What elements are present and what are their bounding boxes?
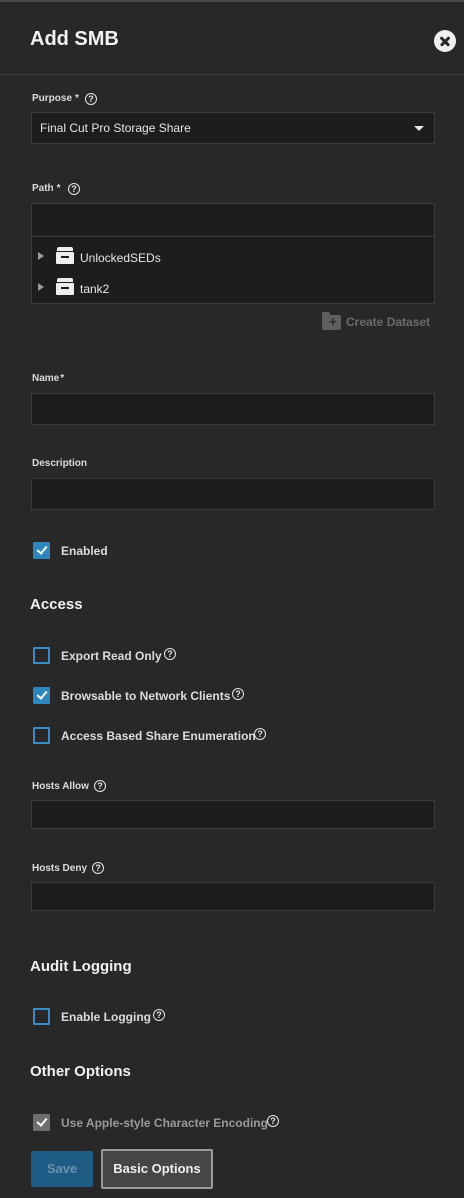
hosts-deny-input[interactable] (31, 882, 435, 911)
abe-label: Access Based Share Enumeration (61, 729, 256, 743)
tree-node-tank2[interactable]: tank2 (32, 272, 434, 303)
dialog-header: Add SMB (0, 2, 464, 75)
apple-encoding-label: Use Apple-style Character Encoding (61, 1116, 268, 1130)
purpose-help-icon[interactable]: ? (85, 93, 97, 105)
audit-logging-heading: Audit Logging (30, 958, 132, 975)
browsable-help-icon[interactable]: ? (232, 688, 244, 700)
purpose-select[interactable]: Final Cut Pro Storage Share (31, 112, 435, 144)
purpose-select-value: Final Cut Pro Storage Share (40, 121, 191, 135)
tree-node-unlockedseds[interactable]: UnlockedSEDs (32, 241, 434, 272)
other-options-heading: Other Options (30, 1063, 131, 1080)
basic-options-button[interactable]: Basic Options (101, 1149, 213, 1189)
browsable-label: Browsable to Network Clients (61, 689, 231, 703)
access-heading: Access (30, 596, 83, 613)
name-label: Name* (32, 373, 65, 384)
abe-checkbox[interactable] (33, 727, 50, 744)
chevron-down-icon (414, 126, 424, 131)
save-button[interactable]: Save (31, 1151, 93, 1187)
description-label: Description (32, 458, 88, 469)
hosts-allow-help-icon[interactable]: ? (94, 780, 106, 792)
path-input[interactable] (32, 204, 434, 237)
enabled-label: Enabled (61, 544, 108, 558)
description-input[interactable] (31, 478, 435, 510)
hosts-allow-input[interactable] (31, 800, 435, 829)
name-input[interactable] (31, 393, 435, 425)
apple-encoding-help-icon[interactable]: ? (267, 1115, 279, 1127)
hosts-deny-help-icon[interactable]: ? (92, 862, 104, 874)
path-help-icon[interactable]: ? (68, 183, 80, 195)
dataset-icon (56, 278, 74, 296)
apple-encoding-checkbox[interactable] (33, 1114, 50, 1131)
export-read-only-checkbox[interactable] (33, 647, 50, 664)
enabled-checkbox[interactable] (33, 542, 50, 559)
hosts-deny-label: Hosts Deny (32, 863, 88, 874)
abe-help-icon[interactable]: ? (254, 728, 266, 740)
expand-arrow-icon[interactable] (38, 283, 44, 291)
path-label: Path * (32, 183, 61, 194)
purpose-label: Purpose * (32, 93, 79, 104)
dialog-title: Add SMB (30, 28, 119, 50)
hosts-allow-label: Hosts Allow (32, 781, 89, 792)
close-icon[interactable] (434, 30, 456, 52)
enable-logging-help-icon[interactable]: ? (153, 1009, 165, 1021)
enable-logging-checkbox[interactable] (33, 1008, 50, 1025)
expand-arrow-icon[interactable] (38, 252, 44, 260)
export-read-only-help-icon[interactable]: ? (164, 648, 176, 660)
enable-logging-label: Enable Logging (61, 1010, 151, 1024)
dataset-icon (56, 247, 74, 265)
tree-node-label: tank2 (80, 282, 110, 296)
tree-node-label: UnlockedSEDs (80, 251, 161, 265)
browsable-checkbox[interactable] (33, 687, 50, 704)
create-folder-icon (322, 312, 341, 330)
path-explorer: UnlockedSEDs tank2 (31, 203, 435, 304)
export-read-only-label: Export Read Only (61, 649, 162, 663)
